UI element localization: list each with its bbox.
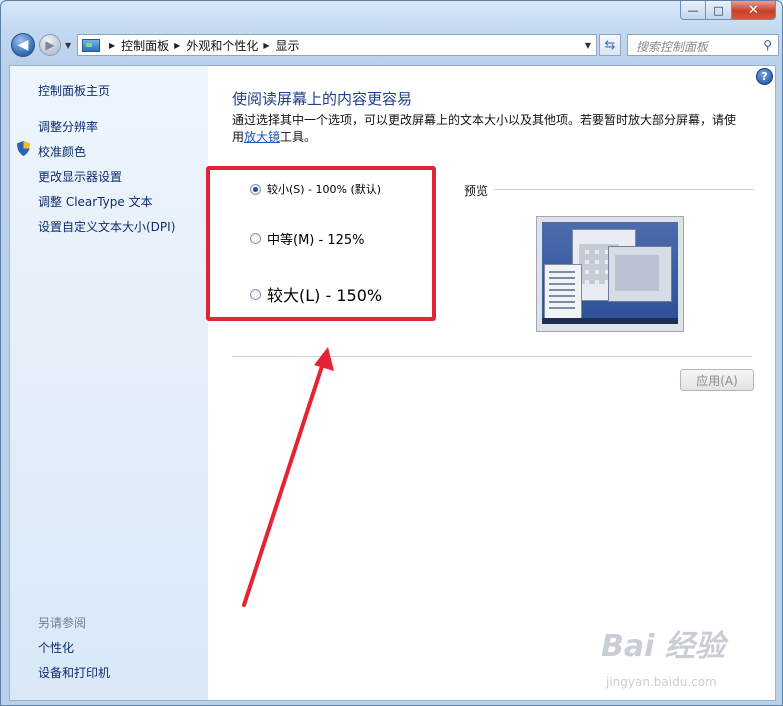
divider: [232, 356, 752, 357]
main-panel: ? 使阅读屏幕上的内容更容易 通过选择其中一个选项，可以更改屏幕上的文本大小以及…: [206, 66, 775, 700]
arrow-right-icon: ▶: [45, 38, 55, 52]
breadcrumb-control-panel[interactable]: 控制面板: [121, 37, 169, 54]
forward-button[interactable]: ▶: [39, 34, 61, 56]
control-panel-icon: [82, 38, 100, 52]
content-area: 控制面板主页 调整分辨率 校准颜色 更改显示器设置 调整 ClearType 文…: [9, 65, 776, 701]
page-title: 使阅读屏幕上的内容更容易: [232, 90, 413, 108]
preview-label: 预览: [464, 184, 489, 198]
apply-button[interactable]: 应用(A): [680, 369, 754, 391]
description-tail: 工具。: [280, 130, 317, 144]
sidebar-item-calibrate-color[interactable]: 校准颜色: [38, 143, 86, 160]
sidebar-item-personalization[interactable]: 个性化: [38, 639, 74, 656]
description: 通过选择其中一个选项，可以更改屏幕上的文本大小以及其他项。若要暂时放大部分屏幕，…: [232, 112, 740, 146]
refresh-icon: ⇆: [604, 37, 616, 53]
minimize-button[interactable]: —: [680, 1, 706, 20]
search-icon[interactable]: ⚲: [763, 38, 772, 52]
address-bar[interactable]: ▶ 控制面板 ▶ 外观和个性化 ▶ 显示 ▼: [77, 34, 597, 56]
history-dropdown-icon[interactable]: ▼: [65, 41, 71, 50]
sidebar: 控制面板主页 调整分辨率 校准颜色 更改显示器设置 调整 ClearType 文…: [10, 66, 208, 700]
preview-window-front: [608, 246, 672, 302]
refresh-button[interactable]: ⇆: [599, 34, 621, 56]
breadcrumb-display[interactable]: 显示: [276, 37, 300, 54]
preview-taskbar: [542, 318, 678, 324]
chevron-right-icon[interactable]: ▶: [174, 41, 180, 50]
preview-divider: [494, 189, 754, 190]
watermark-url: jingyan.baidu.com: [606, 675, 717, 689]
uac-shield-icon: [17, 141, 30, 156]
sidebar-item-resolution[interactable]: 调整分辨率: [38, 118, 98, 135]
sidebar-item-devices-printers[interactable]: 设备和打印机: [38, 664, 110, 681]
chevron-down-icon[interactable]: ▼: [585, 41, 591, 50]
chevron-right-icon[interactable]: ▶: [263, 41, 269, 50]
magnifier-link[interactable]: 放大镜: [244, 130, 280, 144]
sidebar-item-control-panel-home[interactable]: 控制面板主页: [38, 82, 110, 99]
preview-window-side: [544, 264, 582, 320]
help-icon[interactable]: ?: [756, 68, 773, 85]
preview-image: [536, 216, 684, 332]
back-button[interactable]: ◀: [11, 33, 35, 57]
navigation-bar: ◀ ▶ ▼ ▶ 控制面板 ▶ 外观和个性化 ▶ 显示 ▼ ⇆ 搜索控制面板 ⚲: [9, 33, 779, 59]
sidebar-item-custom-dpi[interactable]: 设置自定义文本大小(DPI): [38, 218, 175, 235]
annotation-highlight-box: [206, 166, 436, 321]
arrow-left-icon: ◀: [17, 37, 29, 53]
see-also-label: 另请参阅: [38, 616, 87, 630]
search-placeholder: 搜索控制面板: [636, 40, 709, 54]
display-settings-window: — □ ✕ ◀ ▶ ▼ ▶ 控制面板 ▶ 外观和个性化 ▶ 显示 ▼ ⇆ 搜索控…: [0, 0, 783, 706]
watermark-logo: Bai 经验: [601, 629, 725, 664]
close-button[interactable]: ✕: [732, 1, 776, 20]
caption-buttons: — □ ✕: [680, 1, 776, 21]
maximize-button[interactable]: □: [706, 1, 732, 20]
search-input[interactable]: 搜索控制面板 ⚲: [627, 34, 779, 56]
sidebar-item-display-settings[interactable]: 更改显示器设置: [38, 168, 122, 185]
breadcrumb-appearance[interactable]: 外观和个性化: [186, 37, 258, 54]
preview-screen: [542, 222, 678, 324]
chevron-right-icon[interactable]: ▶: [109, 41, 115, 50]
sidebar-item-cleartype[interactable]: 调整 ClearType 文本: [38, 193, 153, 210]
